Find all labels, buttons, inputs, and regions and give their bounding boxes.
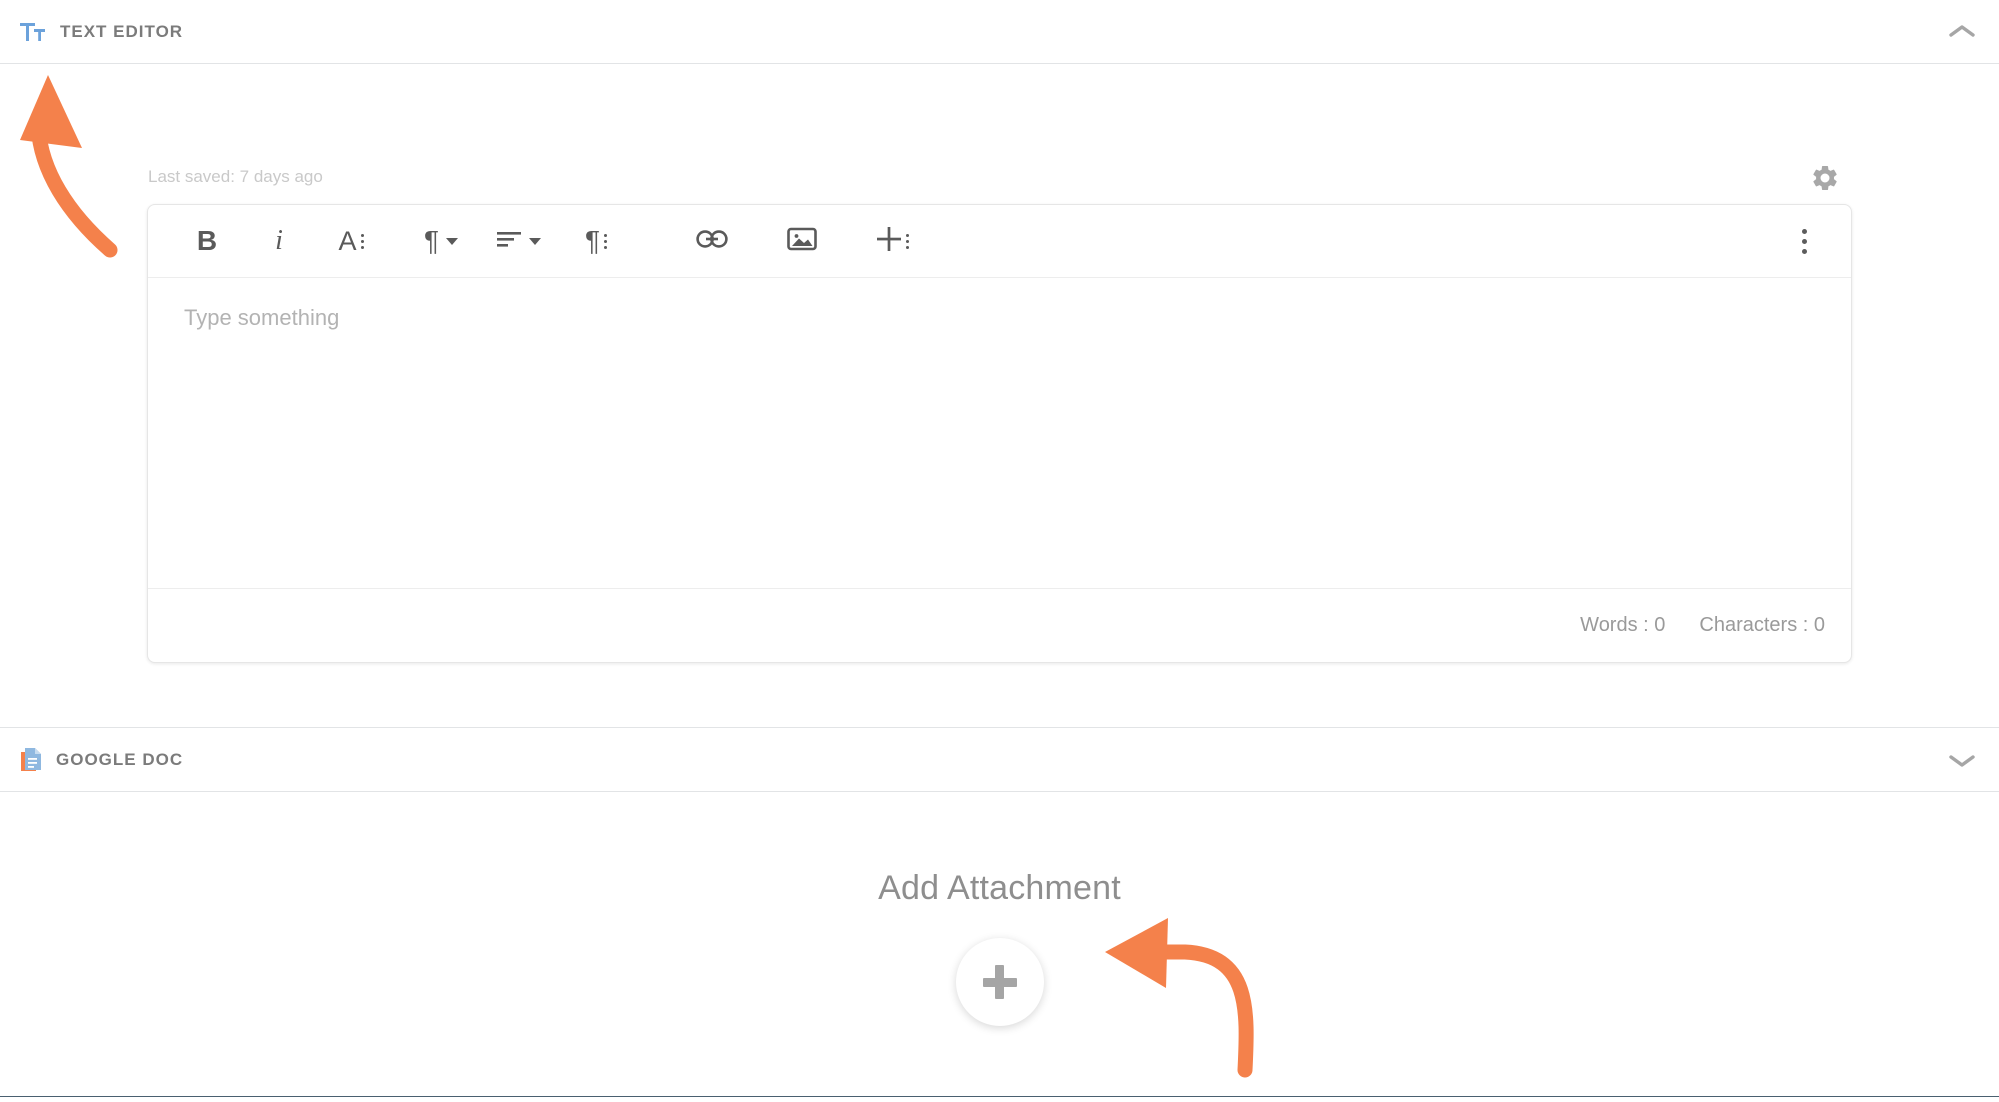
font-style-button[interactable]: A <box>328 220 374 262</box>
bold-button[interactable]: B <box>184 220 230 262</box>
last-saved-label: Last saved: 7 days ago <box>148 167 323 186</box>
toolbar-overflow-button[interactable] <box>1792 221 1817 262</box>
gear-icon[interactable] <box>1809 162 1841 194</box>
align-left-icon <box>496 229 522 254</box>
section-title-google-doc: GOOGLE DOC <box>56 749 184 769</box>
insert-more-button[interactable] <box>869 220 915 262</box>
text-editor-card: B i A ¶ ¶ Type something Words: 0 Chara… <box>147 204 1852 663</box>
insert-image-button[interactable] <box>779 220 825 262</box>
italic-button[interactable]: i <box>256 220 302 262</box>
section-title-text-editor: TEXT EDITOR <box>60 21 184 41</box>
text-align-button[interactable] <box>490 220 547 262</box>
italic-label: i <box>275 225 283 256</box>
plus-icon <box>876 226 902 257</box>
character-count: Characters : 0 <box>1699 614 1825 636</box>
text-format-icon <box>20 21 46 43</box>
more-vertical-icon <box>360 233 364 249</box>
bold-label: B <box>196 225 218 256</box>
add-attachment-title: Add Attachment <box>878 869 1121 907</box>
pilcrow-icon: ¶ <box>585 225 601 256</box>
more-vertical-icon <box>905 233 909 249</box>
paragraph-format-button[interactable]: ¶ <box>418 220 464 262</box>
insert-link-button[interactable] <box>689 220 735 262</box>
add-attachment-button[interactable] <box>955 938 1044 1026</box>
add-attachment-panel: Add Attachment <box>0 792 1999 1097</box>
google-doc-icon <box>20 747 42 773</box>
plus-icon <box>982 965 1017 999</box>
editor-status-bar: Words : 0 Characters : 0 <box>148 588 1851 662</box>
chevron-down-icon <box>446 237 459 245</box>
editor-placeholder: Type something <box>184 305 340 330</box>
chevron-down-icon <box>529 237 542 245</box>
section-header-google-doc[interactable]: GOOGLE DOC <box>0 728 1999 792</box>
pilcrow-icon: ¶ <box>424 225 440 256</box>
more-vertical-icon <box>604 233 608 249</box>
text-editor-panel: Last saved: 7 days ago B i A ¶ ¶ Type so… <box>0 64 1999 728</box>
image-icon <box>787 226 817 257</box>
editor-toolbar: B i A ¶ ¶ <box>148 205 1851 278</box>
section-header-text-editor[interactable]: TEXT EDITOR <box>0 0 1999 64</box>
paragraph-options-button[interactable]: ¶ <box>573 220 619 262</box>
chevron-down-icon[interactable] <box>1947 745 1977 775</box>
word-count: Words : 0 <box>1580 614 1666 636</box>
editor-text-area[interactable]: Type something <box>148 278 1851 588</box>
font-style-label: A <box>338 225 357 256</box>
chevron-up-icon[interactable] <box>1947 17 1977 47</box>
link-icon <box>696 228 728 255</box>
